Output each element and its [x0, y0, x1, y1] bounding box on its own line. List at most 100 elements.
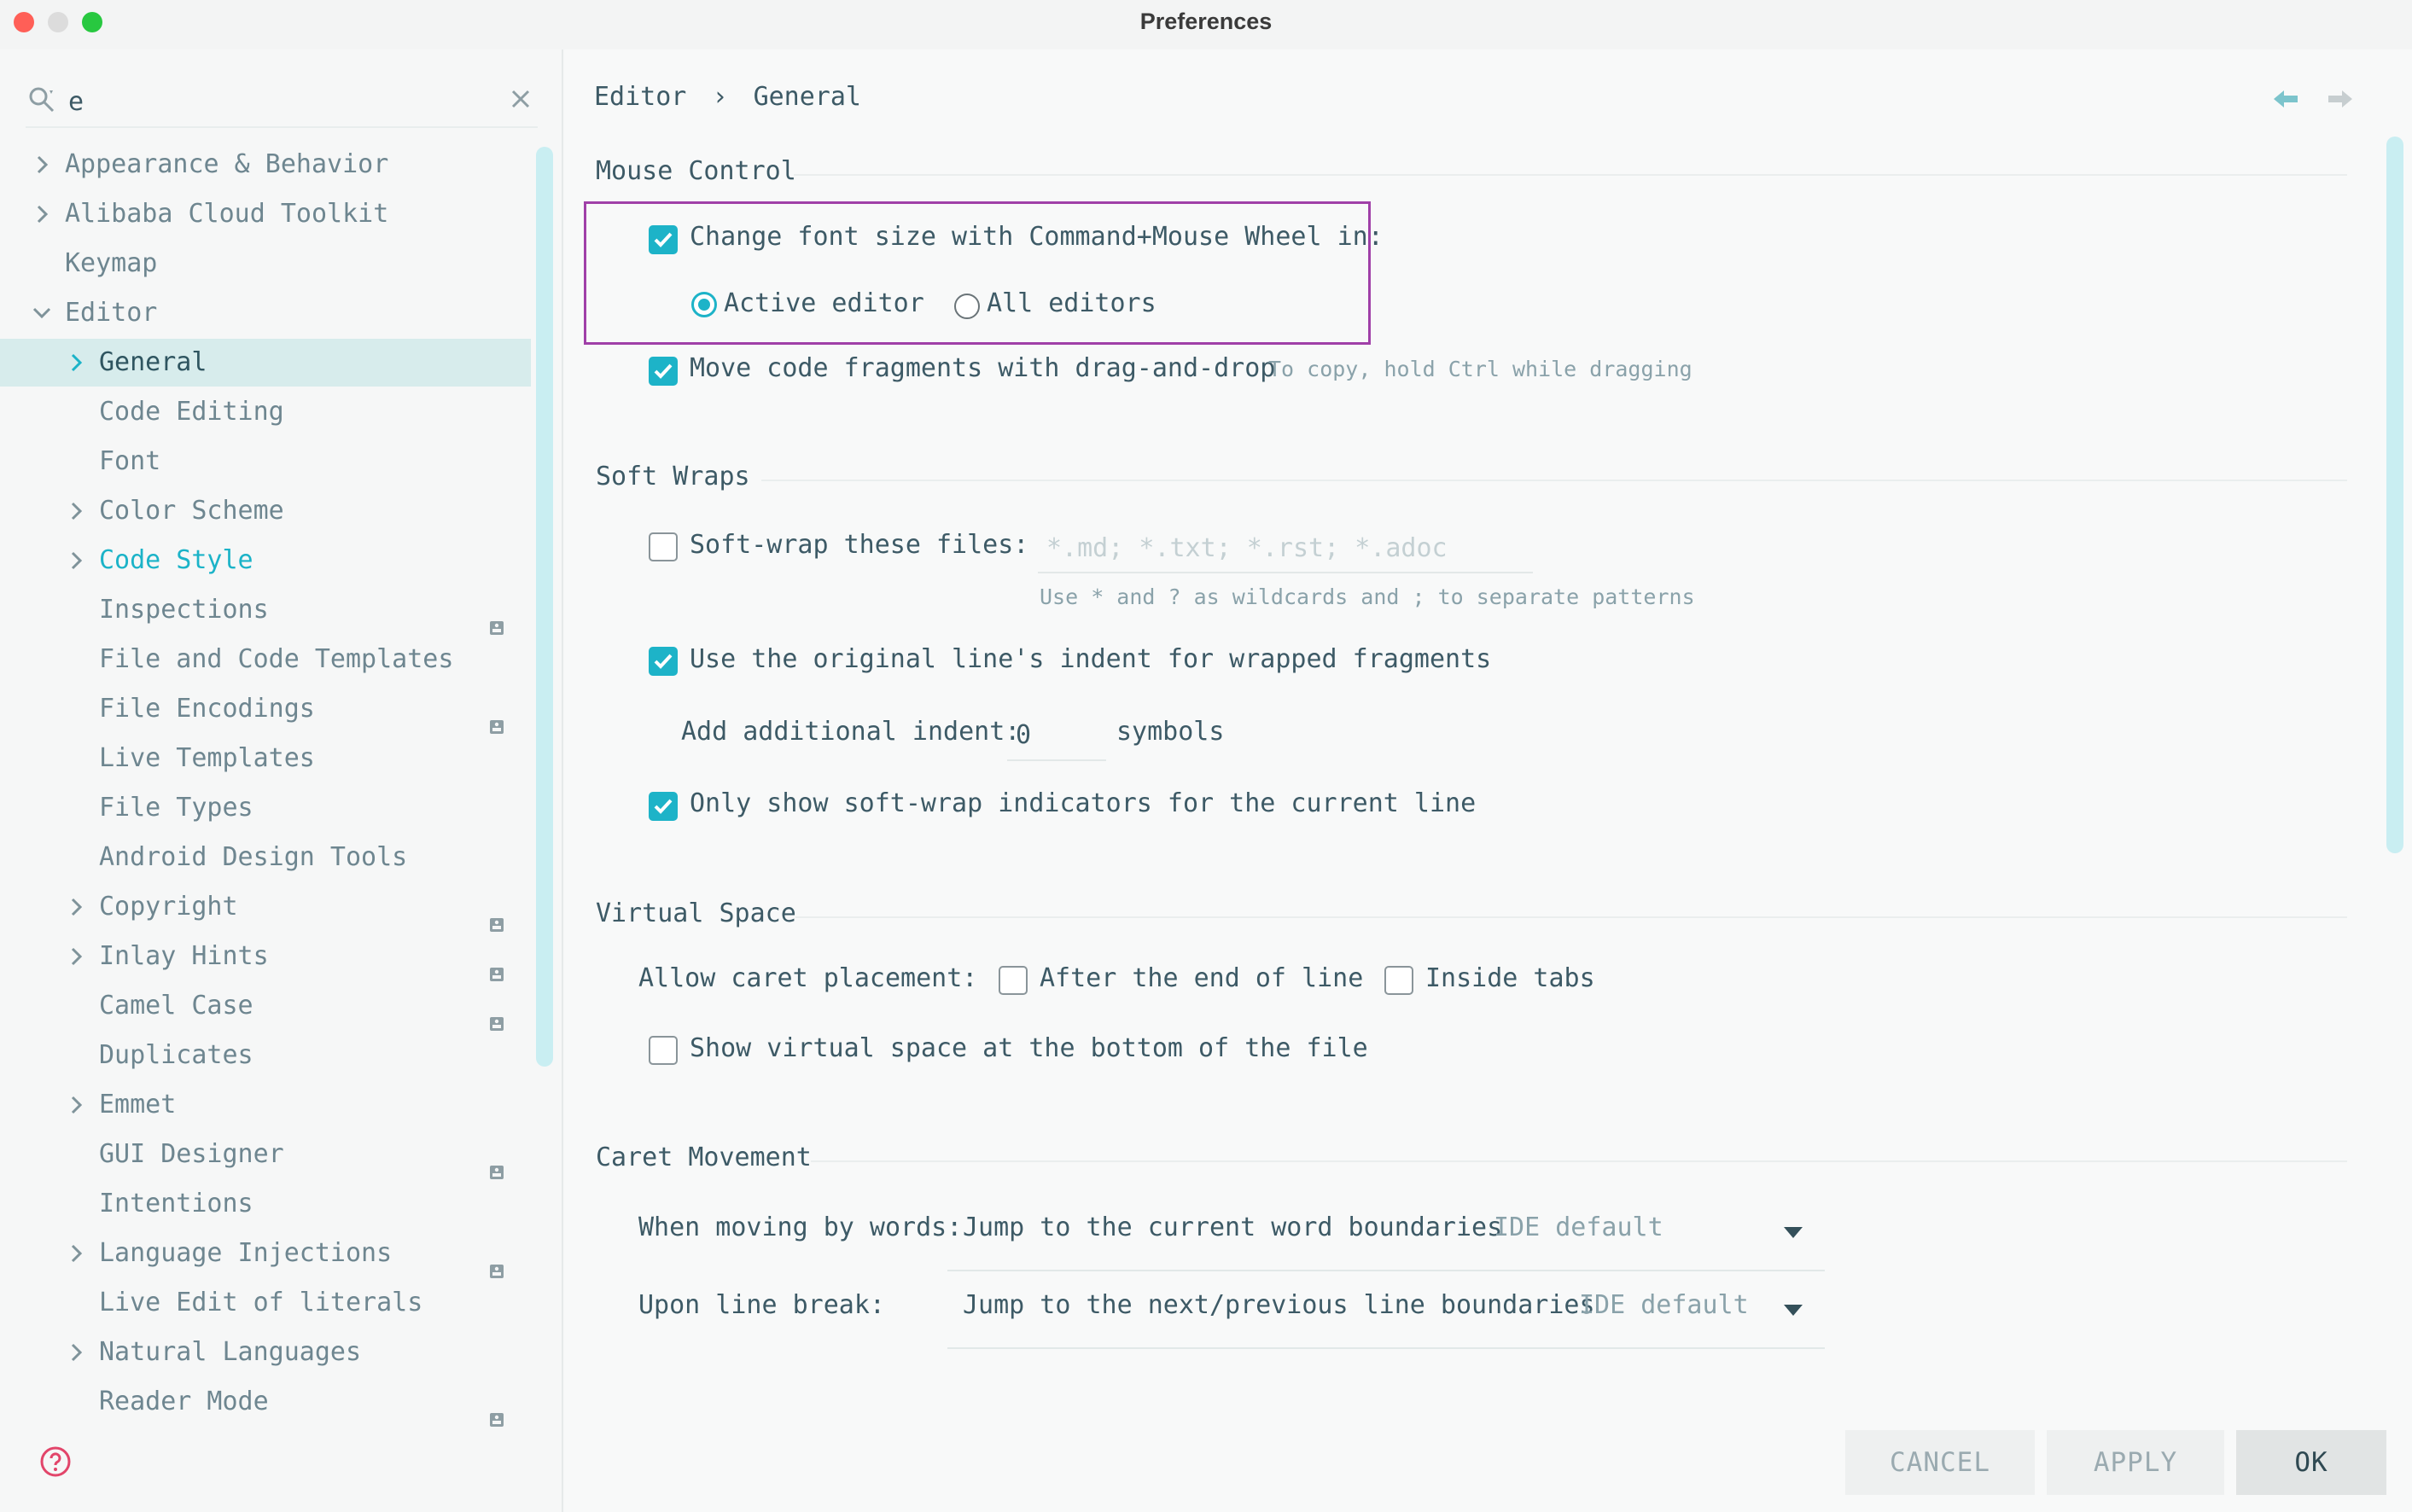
soft-wrap-files-input[interactable] — [1038, 524, 1533, 573]
chevron-right-icon[interactable] — [63, 1081, 89, 1129]
checkmark-icon — [654, 232, 673, 247]
active-editor-label: Active editor — [724, 288, 924, 318]
sidebar-item[interactable]: Inlay Hints — [0, 933, 531, 981]
section-title-virtual-space: Virtual Space — [596, 898, 796, 928]
section-divider — [811, 1160, 2347, 1162]
sidebar-item-label: Alibaba Cloud Toolkit — [65, 199, 389, 229]
by-words-dropdown[interactable]: Jump to the current word boundaries IDE … — [947, 1198, 1825, 1271]
apply-button[interactable]: APPLY — [2047, 1430, 2224, 1495]
search-input[interactable] — [68, 82, 478, 121]
sidebar-item[interactable]: Code Editing — [0, 388, 531, 436]
sidebar-item-label: GUI Designer — [99, 1139, 284, 1169]
current-line-only-label: Only show soft-wrap indicators for the c… — [690, 788, 1477, 818]
title-bar: Preferences — [0, 0, 2412, 49]
settings-search — [26, 77, 538, 128]
chevron-right-icon[interactable] — [63, 537, 89, 584]
cancel-button[interactable]: CANCEL — [1845, 1430, 2035, 1495]
sidebar-item-label: Live Templates — [99, 743, 315, 773]
sidebar-item-label: File Encodings — [99, 694, 315, 724]
sidebar-item[interactable]: Intentions — [0, 1180, 531, 1228]
line-break-value: Jump to the next/previous line boundarie… — [963, 1290, 1595, 1320]
sidebar-item-label: Natural Languages — [99, 1337, 362, 1367]
sidebar-item-label: Keymap — [65, 248, 158, 278]
sidebar-scrollbar[interactable] — [536, 147, 553, 1067]
sidebar-item[interactable]: Live Templates — [0, 735, 531, 782]
chevron-right-icon[interactable] — [63, 1230, 89, 1277]
inside-tabs-checkbox[interactable] — [1384, 966, 1413, 995]
section-divider — [761, 480, 2347, 481]
sidebar-item-label: Reader Mode — [99, 1387, 269, 1416]
sidebar-item[interactable]: Live Edit of literals — [0, 1279, 531, 1327]
line-break-default-note: IDE default — [1579, 1290, 1749, 1320]
sidebar-item[interactable]: File and Code Templates — [0, 636, 531, 683]
sidebar-item[interactable]: Code Style — [0, 537, 531, 584]
sidebar-item[interactable]: Keymap — [0, 240, 531, 288]
chevron-down-icon — [1784, 1305, 1803, 1316]
all-editors-radio[interactable] — [954, 294, 980, 319]
by-words-value: Jump to the current word boundaries — [963, 1213, 1503, 1242]
sidebar-item[interactable]: GUI Designer — [0, 1131, 531, 1179]
chevron-right-icon[interactable] — [63, 1329, 89, 1376]
inside-tabs-label: Inside tabs — [1425, 963, 1595, 993]
sidebar-item-label: Camel Case — [99, 991, 253, 1021]
sidebar-item[interactable]: General — [0, 339, 531, 387]
drag-drop-label: Move code fragments with drag-and-drop — [690, 353, 1276, 383]
section-divider — [794, 174, 2347, 176]
main-scrollbar[interactable] — [2386, 137, 2403, 853]
sidebar-item-label: Duplicates — [99, 1040, 253, 1070]
additional-indent-input[interactable] — [1007, 710, 1106, 761]
chevron-right-icon[interactable] — [63, 339, 89, 387]
sidebar-item[interactable]: Android Design Tools — [0, 834, 531, 881]
sidebar-item-label: File and Code Templates — [99, 644, 454, 674]
sidebar-item[interactable]: Editor — [0, 289, 531, 337]
sidebar-item-label: Language Injections — [99, 1238, 393, 1268]
chevron-right-icon[interactable] — [29, 141, 55, 189]
sidebar-item[interactable]: Font — [0, 438, 531, 486]
sidebar-item-label: Appearance & Behavior — [65, 149, 389, 179]
breadcrumb-parent[interactable]: Editor — [594, 82, 686, 112]
soft-wrap-files-hint: Use * and ? as wildcards and ; to separa… — [1040, 584, 1695, 609]
chevron-right-icon[interactable] — [63, 883, 89, 931]
sidebar-item[interactable]: Alibaba Cloud Toolkit — [0, 190, 531, 238]
sidebar-item[interactable]: Camel Case — [0, 982, 531, 1031]
project-settings-icon — [490, 603, 504, 635]
forward-arrow-icon[interactable] — [2327, 87, 2354, 111]
clear-search-icon[interactable] — [509, 87, 533, 111]
back-arrow-icon[interactable] — [2272, 87, 2299, 111]
project-settings-icon — [490, 1247, 504, 1278]
virtual-space-bottom-checkbox[interactable] — [649, 1036, 678, 1065]
all-editors-label: All editors — [987, 288, 1156, 318]
sidebar-item[interactable]: File Encodings — [0, 685, 531, 734]
ok-button[interactable]: OK — [2236, 1430, 2386, 1495]
active-editor-radio[interactable] — [691, 292, 717, 317]
sidebar-item-label: General — [99, 347, 207, 377]
sidebar-item-label: Code Style — [99, 545, 253, 575]
chevron-down-icon[interactable] — [29, 289, 55, 337]
sidebar-item[interactable]: Natural Languages — [0, 1329, 531, 1376]
sidebar-item[interactable]: Appearance & Behavior — [0, 141, 531, 189]
sidebar-item-label: Code Editing — [99, 397, 284, 427]
soft-wrap-files-checkbox[interactable] — [649, 532, 678, 561]
chevron-down-icon — [1784, 1227, 1803, 1238]
after-end-checkbox[interactable] — [999, 966, 1028, 995]
help-icon[interactable] — [39, 1445, 72, 1478]
chevron-right-icon[interactable] — [63, 487, 89, 535]
sidebar-item[interactable]: Color Scheme — [0, 487, 531, 535]
sidebar-item[interactable]: Reader Mode — [0, 1378, 531, 1427]
by-words-default-note: IDE default — [1494, 1213, 1663, 1242]
drag-drop-checkbox[interactable] — [649, 357, 678, 386]
sidebar-item[interactable]: Copyright — [0, 883, 531, 932]
section-title-caret-movement: Caret Movement — [596, 1143, 812, 1172]
sidebar-item[interactable]: Language Injections — [0, 1230, 531, 1278]
chevron-right-icon[interactable] — [63, 933, 89, 980]
original-indent-checkbox[interactable] — [649, 647, 678, 676]
sidebar-item[interactable]: Duplicates — [0, 1032, 531, 1079]
current-line-only-checkbox[interactable] — [649, 792, 678, 821]
sidebar-item[interactable]: File Types — [0, 784, 531, 832]
sidebar-item-label: Copyright — [99, 892, 238, 922]
sidebar-item[interactable]: Emmet — [0, 1081, 531, 1129]
line-break-dropdown[interactable]: Jump to the next/previous line boundarie… — [947, 1276, 1825, 1349]
chevron-right-icon[interactable] — [29, 190, 55, 238]
font-size-wheel-checkbox[interactable] — [649, 225, 678, 254]
sidebar-item[interactable]: Inspections — [0, 586, 531, 635]
